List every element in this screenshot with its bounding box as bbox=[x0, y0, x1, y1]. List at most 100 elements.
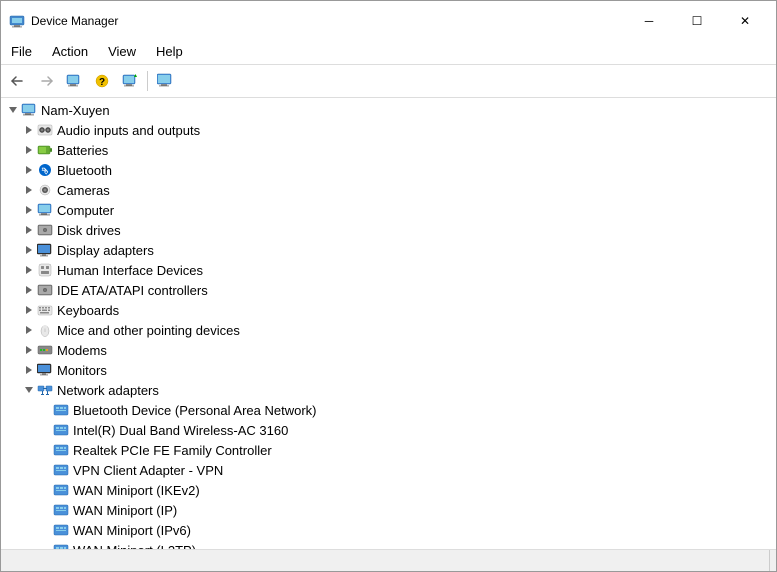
nic-icon bbox=[53, 462, 69, 478]
modems-label: Modems bbox=[57, 343, 107, 358]
list-item[interactable]: Modems bbox=[1, 340, 776, 360]
list-item[interactable]: Human Interface Devices bbox=[1, 260, 776, 280]
collapse-icon bbox=[24, 385, 34, 395]
menu-action[interactable]: Action bbox=[42, 41, 98, 62]
list-item[interactable]: Disk drives bbox=[1, 220, 776, 240]
audio-label: Audio inputs and outputs bbox=[57, 123, 200, 138]
expand-icon bbox=[24, 145, 34, 155]
nic-icon bbox=[53, 502, 69, 518]
tree-panel[interactable]: Nam-Xuyen Au bbox=[1, 98, 776, 549]
monitor-button[interactable] bbox=[152, 68, 178, 94]
list-item[interactable]: Audio inputs and outputs bbox=[1, 120, 776, 140]
cameras-icon bbox=[37, 182, 53, 198]
list-item[interactable]: Cameras bbox=[1, 180, 776, 200]
mice-label: Mice and other pointing devices bbox=[57, 323, 240, 338]
toolbar: ? bbox=[1, 65, 776, 98]
vpn-label: VPN Client Adapter - VPN bbox=[73, 463, 223, 478]
back-button[interactable] bbox=[5, 68, 31, 94]
toggle-cameras[interactable] bbox=[21, 182, 37, 198]
maximize-button[interactable]: ☐ bbox=[674, 7, 720, 35]
display-icon bbox=[37, 242, 53, 258]
toggle-display[interactable] bbox=[21, 242, 37, 258]
properties-button[interactable] bbox=[61, 68, 87, 94]
list-item[interactable]: WAN Miniport (L2TP) bbox=[1, 540, 776, 549]
list-item[interactable]: Batteries bbox=[1, 140, 776, 160]
expand-icon bbox=[24, 325, 34, 335]
computer-icon bbox=[21, 102, 37, 118]
toggle-disk[interactable] bbox=[21, 222, 37, 238]
cameras-label: Cameras bbox=[57, 183, 110, 198]
forward-icon bbox=[38, 73, 54, 89]
list-item[interactable]: WAN Miniport (IPv6) bbox=[1, 520, 776, 540]
nic-icon bbox=[53, 402, 69, 418]
toggle-bluetooth[interactable] bbox=[21, 162, 37, 178]
svg-text:?: ? bbox=[99, 77, 105, 88]
intel-wifi-label: Intel(R) Dual Band Wireless-AC 3160 bbox=[73, 423, 288, 438]
list-item[interactable]: IDE ATA/ATAPI controllers bbox=[1, 280, 776, 300]
toggle-network[interactable] bbox=[21, 382, 37, 398]
list-item[interactable]: Computer bbox=[1, 200, 776, 220]
menu-file[interactable]: File bbox=[1, 41, 42, 62]
wan-ikev2-label: WAN Miniport (IKEv2) bbox=[73, 483, 200, 498]
bluetooth-label: Bluetooth bbox=[57, 163, 112, 178]
nic-icon bbox=[53, 442, 69, 458]
list-item[interactable]: WAN Miniport (IP) bbox=[1, 500, 776, 520]
nic-icon bbox=[53, 482, 69, 498]
list-item[interactable]: Mice and other pointing devices bbox=[1, 320, 776, 340]
list-item[interactable]: Intel(R) Dual Band Wireless-AC 3160 bbox=[1, 420, 776, 440]
help-button[interactable]: ? bbox=[89, 68, 115, 94]
toggle-keyboards[interactable] bbox=[21, 302, 37, 318]
toggle-mice[interactable] bbox=[21, 322, 37, 338]
toggle-computer[interactable] bbox=[21, 202, 37, 218]
computer-label: Computer bbox=[57, 203, 114, 218]
toggle-monitors[interactable] bbox=[21, 362, 37, 378]
list-item[interactable]: Monitors bbox=[1, 360, 776, 380]
root-label: Nam-Xuyen bbox=[41, 103, 110, 118]
list-item[interactable]: Bluetooth Device (Personal Area Network) bbox=[1, 400, 776, 420]
back-icon bbox=[10, 73, 26, 89]
ide-icon bbox=[37, 282, 53, 298]
menu-view[interactable]: View bbox=[98, 41, 146, 62]
list-item[interactable]: Display adapters bbox=[1, 240, 776, 260]
status-bar bbox=[1, 549, 776, 571]
expand-icon bbox=[24, 165, 34, 175]
nic-icon bbox=[53, 522, 69, 538]
keyboard-icon bbox=[37, 302, 53, 318]
update-driver-button[interactable] bbox=[117, 68, 143, 94]
list-item[interactable]: Keyboards bbox=[1, 300, 776, 320]
expand-icon bbox=[24, 245, 34, 255]
toggle-modems[interactable] bbox=[21, 342, 37, 358]
root-toggle[interactable] bbox=[5, 102, 21, 118]
computer-icon bbox=[37, 202, 53, 218]
title-bar: Device Manager ─ ☐ ✕ bbox=[1, 1, 776, 39]
properties-icon bbox=[66, 73, 82, 89]
forward-button[interactable] bbox=[33, 68, 59, 94]
tree-root[interactable]: Nam-Xuyen bbox=[1, 100, 776, 120]
keyboards-label: Keyboards bbox=[57, 303, 119, 318]
device-manager-window: Device Manager ─ ☐ ✕ File Action View He… bbox=[0, 0, 777, 572]
toggle-batteries[interactable] bbox=[21, 142, 37, 158]
content-area: Nam-Xuyen Au bbox=[1, 98, 776, 549]
bluetooth-icon: ⮷ bbox=[37, 162, 53, 178]
toggle-ide[interactable] bbox=[21, 282, 37, 298]
list-item[interactable]: WAN Miniport (IKEv2) bbox=[1, 480, 776, 500]
nic-icon bbox=[53, 422, 69, 438]
disk-label: Disk drives bbox=[57, 223, 121, 238]
menu-help[interactable]: Help bbox=[146, 41, 193, 62]
app-icon bbox=[9, 13, 25, 29]
expand-icon bbox=[24, 305, 34, 315]
expand-icon bbox=[24, 125, 34, 135]
toggle-audio[interactable] bbox=[21, 122, 37, 138]
root-icon bbox=[21, 102, 37, 118]
toggle-hid[interactable] bbox=[21, 262, 37, 278]
monitor-icon bbox=[37, 362, 53, 378]
list-item[interactable]: Realtek PCIe FE Family Controller bbox=[1, 440, 776, 460]
close-button[interactable]: ✕ bbox=[722, 7, 768, 35]
minimize-button[interactable]: ─ bbox=[626, 7, 672, 35]
expand-icon bbox=[24, 365, 34, 375]
list-item[interactable]: ⮷ Bluetooth bbox=[1, 160, 776, 180]
mouse-icon bbox=[37, 322, 53, 338]
list-item[interactable]: VPN Client Adapter - VPN bbox=[1, 460, 776, 480]
list-item[interactable]: Network adapters bbox=[1, 380, 776, 400]
expand-icon bbox=[24, 225, 34, 235]
